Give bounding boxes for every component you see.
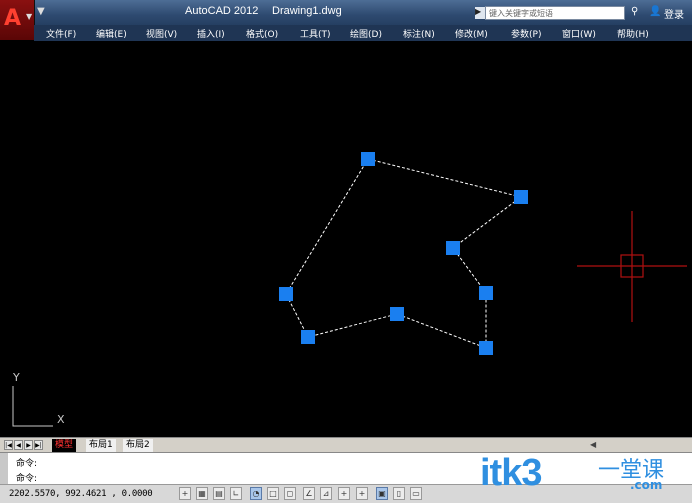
- tab-layout2[interactable]: 布局2: [123, 439, 153, 452]
- ortho-button[interactable]: ∟: [230, 487, 242, 500]
- watermark-domain: .com: [630, 478, 663, 492]
- document-title: Drawing1.dwg: [272, 5, 342, 17]
- menu-view[interactable]: 视图(V): [146, 27, 177, 40]
- application-menu-button[interactable]: A ▼: [0, 0, 35, 40]
- prev-tab-button[interactable]: ◀: [14, 440, 23, 450]
- grip[interactable]: [279, 287, 293, 301]
- next-tab-button[interactable]: ▶: [24, 440, 33, 450]
- 3d-osnap-button[interactable]: ◻: [284, 487, 296, 500]
- drawing-canvas[interactable]: Y X: [0, 41, 692, 437]
- ucs-icon: [12, 386, 53, 427]
- last-tab-button[interactable]: ▶|: [34, 440, 43, 450]
- coordinate-readout: 2202.5570, 992.4621 , 0.0000: [9, 489, 153, 499]
- title-bar: A ▼ ▼ AutoCAD 2012 Drawing1.dwg ▶ 键入关键字或…: [0, 0, 692, 40]
- layout-tab-bar: |◀ ◀ ▶ ▶| 模型 布局1 布局2 ◀: [0, 437, 692, 453]
- menu-edit[interactable]: 编辑(E): [96, 27, 127, 40]
- autocad-logo-icon: A: [4, 6, 22, 31]
- menu-file[interactable]: 文件(F): [46, 27, 76, 40]
- menu-tools[interactable]: 工具(T): [300, 27, 331, 40]
- grip[interactable]: [301, 330, 315, 344]
- login-button[interactable]: 登录: [664, 6, 684, 21]
- lineweight-button[interactable]: +: [356, 487, 368, 500]
- ucs-y-label: Y: [13, 371, 20, 384]
- menu-help[interactable]: 帮助(H): [617, 27, 649, 40]
- crosshair-cursor-icon: [577, 211, 687, 322]
- user-icon[interactable]: 👤: [649, 6, 661, 17]
- binoculars-icon[interactable]: ⚲: [631, 6, 645, 20]
- selection-cycling-button[interactable]: ▭: [410, 487, 422, 500]
- tab-layout1[interactable]: 布局1: [86, 439, 116, 452]
- infer-constraints-button[interactable]: +: [179, 487, 191, 500]
- status-bar: 2202.5570, 992.4621 , 0.0000 + ▦ ▤ ∟ ◔ □…: [0, 484, 692, 503]
- menu-format[interactable]: 格式(O): [246, 27, 278, 40]
- grip[interactable]: [479, 286, 493, 300]
- search-input[interactable]: 键入关键字或短语: [485, 6, 625, 20]
- polar-button[interactable]: ◔: [250, 487, 262, 500]
- otrack-button[interactable]: ∠: [303, 487, 315, 500]
- menu-insert[interactable]: 插入(I): [197, 27, 225, 40]
- command-window-handle[interactable]: [0, 453, 8, 485]
- first-tab-button[interactable]: |◀: [4, 440, 13, 450]
- snap-button[interactable]: ▦: [196, 487, 208, 500]
- grip[interactable]: [514, 190, 528, 204]
- osnap-button[interactable]: □: [267, 487, 279, 500]
- grips: [279, 152, 528, 355]
- menu-window[interactable]: 窗口(W): [562, 27, 596, 40]
- drawing-svg: [12, 152, 687, 427]
- quick-access-dropdown[interactable]: ▼: [37, 6, 45, 17]
- transparency-button[interactable]: ▣: [376, 487, 388, 500]
- ucs-x-label: X: [57, 413, 65, 426]
- grid-button[interactable]: ▤: [213, 487, 225, 500]
- grip[interactable]: [479, 341, 493, 355]
- command-history-line: 命令:: [16, 459, 38, 469]
- ducs-button[interactable]: ⊿: [320, 487, 332, 500]
- grip[interactable]: [361, 152, 375, 166]
- command-prompt[interactable]: 命令:: [16, 471, 37, 484]
- grip[interactable]: [446, 241, 460, 255]
- dropdown-icon: ▼: [26, 12, 33, 21]
- command-window[interactable]: 命令: 命令:: [0, 452, 692, 485]
- menu-dimension[interactable]: 标注(N): [403, 27, 435, 40]
- grip[interactable]: [390, 307, 404, 321]
- menu-parametric[interactable]: 参数(P): [511, 27, 541, 40]
- quick-properties-button[interactable]: ▯: [393, 487, 405, 500]
- menu-modify[interactable]: 修改(M): [455, 27, 488, 40]
- dyn-button[interactable]: +: [338, 487, 350, 500]
- search-arrow-icon[interactable]: ▶: [475, 7, 485, 19]
- scroll-left-icon[interactable]: ◀: [590, 440, 596, 449]
- menu-draw[interactable]: 绘图(D): [350, 27, 382, 40]
- watermark-brand: itk3: [480, 452, 542, 494]
- menu-bar: 文件(F) 编辑(E) 视图(V) 插入(I) 格式(O) 工具(T) 绘图(D…: [34, 25, 692, 41]
- tab-model[interactable]: 模型: [52, 439, 77, 452]
- app-title: AutoCAD 2012: [185, 5, 259, 17]
